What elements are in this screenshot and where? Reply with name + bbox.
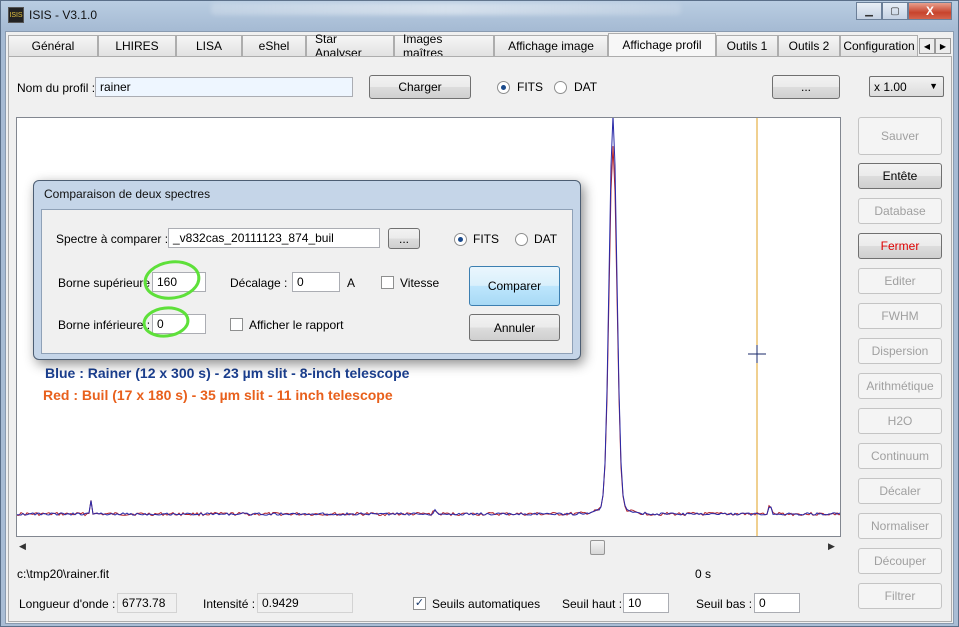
wavelength-field: 6773.78 [117,593,177,613]
auto-thresholds-checkbox[interactable]: ✓ [413,597,426,610]
window-title: ISIS - V3.1.0 [29,8,98,22]
window-controls: ▁ ▢ X [856,2,952,20]
title-bar[interactable]: ISIS ISIS - V3.1.0 ▁ ▢ X [1,1,958,31]
dialog-fits-label: FITS [473,232,499,246]
profile-name-input[interactable]: rainer [95,77,353,97]
red-series-annotation: Red : Buil (17 x 180 s) - 35 µm slit - 1… [43,387,393,403]
intensity-field: 0.9429 [257,593,353,613]
spectrum-to-compare-input[interactable]: _v832cas_20111123_874_buil [168,228,380,248]
dat-radio[interactable] [554,81,567,94]
file-path: c:\tmp20\rainer.fit [17,567,110,581]
show-report-label: Afficher le rapport [249,318,344,332]
close-button[interactable]: X [908,2,952,20]
side-button-decouper[interactable]: Découper [858,548,942,574]
dialog-dat-radio[interactable] [515,233,528,246]
compare-spectra-dialog: Comparaison de deux spectres Spectre à c… [33,180,581,360]
app-window: ISIS ISIS - V3.1.0 ▁ ▢ X Général LHIRES … [0,0,959,627]
auto-thresholds-label: Seuils automatiques [432,597,541,611]
side-button-continuum[interactable]: Continuum [858,443,942,469]
upper-bound-input[interactable]: 160 [152,272,206,292]
side-button-fwhm[interactable]: FWHM [858,303,942,329]
zoom-value: x 1.00 [874,80,907,94]
upper-bound-label: Borne supérieure : [58,276,157,290]
tab-lisa[interactable]: LISA [176,35,242,56]
low-threshold-input[interactable]: 0 [754,593,800,613]
tab-strip: Général LHIRES LISA eShel Star Analyser … [8,32,918,60]
offset-input[interactable]: 0 [292,272,340,292]
app-logo-icon: ISIS [8,7,24,23]
scroll-thumb[interactable] [590,540,605,555]
profile-tab-pane: Nom du profil : rainer Charger FITS DAT … [8,56,952,622]
high-threshold-input[interactable]: 10 [623,593,669,613]
offset-unit: A [347,276,356,290]
speed-label: Vitesse [400,276,440,290]
scroll-right-icon[interactable]: ▶ [828,541,835,552]
fits-label: FITS [517,80,543,94]
side-button-fermer[interactable]: Fermer [858,233,942,259]
zoom-select[interactable]: x 1.00 ▼ [869,76,944,97]
side-button-normaliser[interactable]: Normaliser [858,513,942,539]
tab-scroll-right-icon[interactable]: ▶ [935,38,951,54]
minimize-button[interactable]: ▁ [856,2,882,20]
dialog-body: Spectre à comparer : _v832cas_20111123_8… [41,209,573,354]
side-button-h2o[interactable]: H2O [858,408,942,434]
cancel-button[interactable]: Annuler [469,314,560,341]
offset-label: Décalage : [230,276,288,290]
side-button-decaler[interactable]: Décaler [858,478,942,504]
dialog-title: Comparaison de deux spectres [44,187,211,201]
side-button-filtrer[interactable]: Filtrer [858,583,942,609]
compare-button[interactable]: Comparer [469,266,560,306]
crosshair-icon [748,345,766,363]
fits-radio[interactable] [497,81,510,94]
dialog-dat-label: DAT [534,232,558,246]
browse-spectrum-button[interactable]: ... [388,228,420,249]
maximize-button[interactable]: ▢ [882,2,908,20]
tab-scroll-buttons: ◀ ▶ [919,38,951,54]
tab-general[interactable]: Général [8,35,98,56]
side-button-editer[interactable]: Editer [858,268,942,294]
show-report-checkbox[interactable] [230,318,243,331]
tab-star-analyser[interactable]: Star Analyser [306,32,394,60]
tab-eshel[interactable]: eShel [242,35,306,56]
chevron-down-icon: ▼ [929,81,938,91]
tab-configuration[interactable]: Configuration [840,35,918,56]
tab-images-maitres[interactable]: Images maîtres [394,32,494,60]
scroll-left-icon[interactable]: ◀ [19,541,26,552]
tab-affichage-profil[interactable]: Affichage profil [608,33,716,56]
blue-series-annotation: Blue : Rainer (12 x 300 s) - 23 µm slit … [45,365,410,381]
lower-bound-input[interactable]: 0 [152,314,206,334]
side-button-arithmetique[interactable]: Arithmétique [858,373,942,399]
high-threshold-label: Seuil haut : [562,597,623,611]
tab-affichage-image[interactable]: Affichage image [494,35,608,56]
low-threshold-label: Seuil bas : [696,597,753,611]
tab-outils-1[interactable]: Outils 1 [716,35,778,56]
blurred-background-url [211,3,681,15]
browse-profile-button[interactable]: ... [772,75,840,99]
lower-bound-label: Borne inférieure : [58,318,151,332]
side-button-database[interactable]: Database [858,198,942,224]
side-button-entete[interactable]: Entête [858,163,942,189]
load-button[interactable]: Charger [369,75,471,99]
profile-name-label: Nom du profil : [17,81,96,95]
side-button-dispersion[interactable]: Dispersion [858,338,942,364]
intensity-label: Intensité : [203,597,256,611]
side-button-sauver[interactable]: Sauver [858,117,942,155]
elapsed-time: 0 s [695,567,712,581]
spectrum-to-compare-label: Spectre à comparer : [56,232,169,246]
dialog-fits-radio[interactable] [454,233,467,246]
speed-checkbox[interactable] [381,276,394,289]
tab-scroll-left-icon[interactable]: ◀ [919,38,935,54]
tab-lhires[interactable]: LHIRES [98,35,176,56]
tab-outils-2[interactable]: Outils 2 [778,35,840,56]
dat-label: DAT [574,80,598,94]
wavelength-label: Longueur d'onde : [19,597,116,611]
plot-horizontal-scrollbar[interactable]: ◀ ▶ [16,539,841,556]
client-area: Général LHIRES LISA eShel Star Analyser … [5,31,954,624]
